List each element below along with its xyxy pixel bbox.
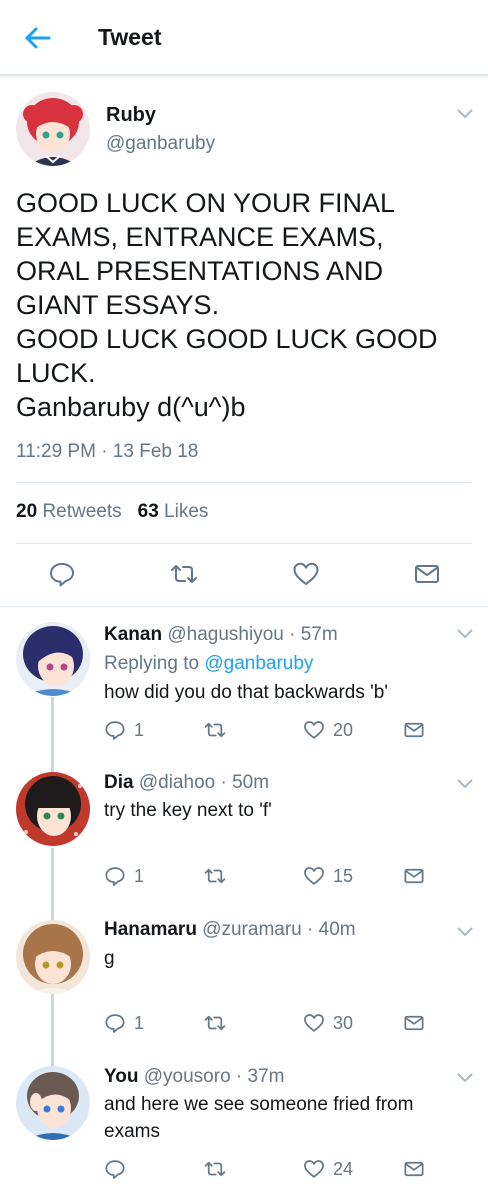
reply-author-name[interactable]: Kanan [104, 624, 162, 645]
retweet-action[interactable] [204, 718, 226, 742]
retweet-action[interactable] [204, 1011, 226, 1035]
reply-text: g [104, 948, 115, 969]
avatar-you-image [16, 1066, 90, 1140]
like-count: 30 [333, 1012, 354, 1033]
reply-text: how did you do that backwards 'b' [104, 682, 388, 703]
reply-author-name[interactable]: Dia [104, 772, 134, 793]
thread-line [51, 697, 54, 773]
tweet-stats: 20 Retweets 63 Likes [16, 501, 208, 523]
mail-icon [404, 868, 424, 884]
chevron-down-icon[interactable] [456, 628, 474, 640]
reply-count: 1 [134, 1012, 145, 1033]
avatar-dia-image [16, 772, 90, 846]
likes-stat[interactable]: 63 Likes [138, 501, 209, 523]
like-count: 24 [333, 1158, 354, 1179]
mail-icon [404, 1161, 424, 1177]
reply-author-meta: @diahoo · 50m [138, 772, 270, 793]
heart-icon [304, 1014, 324, 1032]
avatar[interactable] [16, 622, 90, 696]
avatar[interactable] [16, 920, 90, 994]
divider [16, 482, 472, 483]
top-bar: Tweet [0, 0, 488, 76]
reply-icon [105, 1014, 125, 1033]
avatar-kanan-image [16, 622, 90, 696]
chevron-down-icon[interactable] [456, 778, 474, 790]
reply-icon [105, 1160, 125, 1179]
reply-icon[interactable] [48, 560, 76, 588]
heart-icon [304, 1160, 324, 1178]
like-action[interactable]: 15 [303, 864, 353, 888]
chevron-down-icon[interactable] [456, 108, 474, 120]
page-title: Tweet [98, 24, 162, 50]
reply-author-name[interactable]: Hanamaru [104, 919, 197, 940]
like-count: 20 [333, 719, 354, 740]
avatar-hanamaru-image [16, 920, 90, 994]
mail-icon[interactable] [413, 560, 441, 588]
retweet-icon [204, 722, 226, 738]
avatar-ruby-image [16, 92, 90, 166]
divider [16, 543, 472, 544]
reply-count: 1 [134, 865, 145, 886]
avatar[interactable] [16, 772, 90, 846]
heart-icon [304, 867, 324, 885]
retweet-icon [204, 868, 226, 884]
retweet-icon[interactable] [170, 560, 198, 588]
mention-link[interactable]: @ganbaruby [204, 653, 313, 674]
like-action[interactable]: 30 [303, 1011, 353, 1035]
chevron-down-icon[interactable] [456, 1072, 474, 1084]
thread-line [51, 848, 54, 920]
reply-action[interactable]: 1 [104, 1011, 144, 1035]
heart-icon[interactable] [292, 560, 320, 588]
like-count: 15 [333, 865, 354, 886]
reply-count: 1 [134, 719, 145, 740]
replying-to: Replying to @ganbaruby [104, 653, 314, 674]
reply-author-meta: @zuramaru · 40m [202, 919, 356, 940]
dm-action[interactable] [403, 1011, 425, 1035]
divider [0, 606, 488, 607]
reply-author-meta: @yousoro · 37m [143, 1066, 285, 1087]
like-action[interactable]: 20 [303, 718, 353, 742]
reply-author-name[interactable]: You [104, 1066, 138, 1087]
reply-icon [105, 721, 125, 740]
avatar[interactable] [16, 1066, 90, 1140]
dm-action[interactable] [403, 864, 425, 888]
retweet-action[interactable] [204, 864, 226, 888]
chevron-down-icon[interactable] [456, 926, 474, 938]
like-action[interactable]: 24 [303, 1157, 353, 1181]
heart-icon [304, 721, 324, 739]
reply-text: and here we see someone fried from exams [104, 1094, 414, 1142]
back-arrow-icon[interactable] [22, 22, 54, 54]
dm-action[interactable] [403, 718, 425, 742]
author-name[interactable]: Ruby [106, 104, 156, 127]
thread-line [51, 994, 54, 1066]
mail-icon [404, 722, 424, 738]
dm-action[interactable] [403, 1157, 425, 1181]
reply-action[interactable] [104, 1157, 134, 1181]
retweet-action[interactable] [204, 1157, 226, 1181]
mail-icon [404, 1015, 424, 1031]
reply-action[interactable]: 1 [104, 718, 144, 742]
avatar[interactable] [16, 92, 90, 166]
reply-author-meta: @hagushiyou · 57m [167, 624, 338, 645]
retweets-stat[interactable]: 20 Retweets [16, 501, 122, 523]
retweet-icon [204, 1015, 226, 1031]
reply-text: try the key next to 'f' [104, 800, 272, 821]
tweet-text: GOOD LUCK ON YOUR FINAL EXAMS, ENTRANCE … [16, 188, 438, 422]
reply-action[interactable]: 1 [104, 864, 144, 888]
author-handle[interactable]: @ganbaruby [106, 133, 215, 155]
reply-icon [105, 867, 125, 886]
retweet-icon [204, 1161, 226, 1177]
tweet-timestamp: 11:29 PM · 13 Feb 18 [16, 441, 199, 462]
